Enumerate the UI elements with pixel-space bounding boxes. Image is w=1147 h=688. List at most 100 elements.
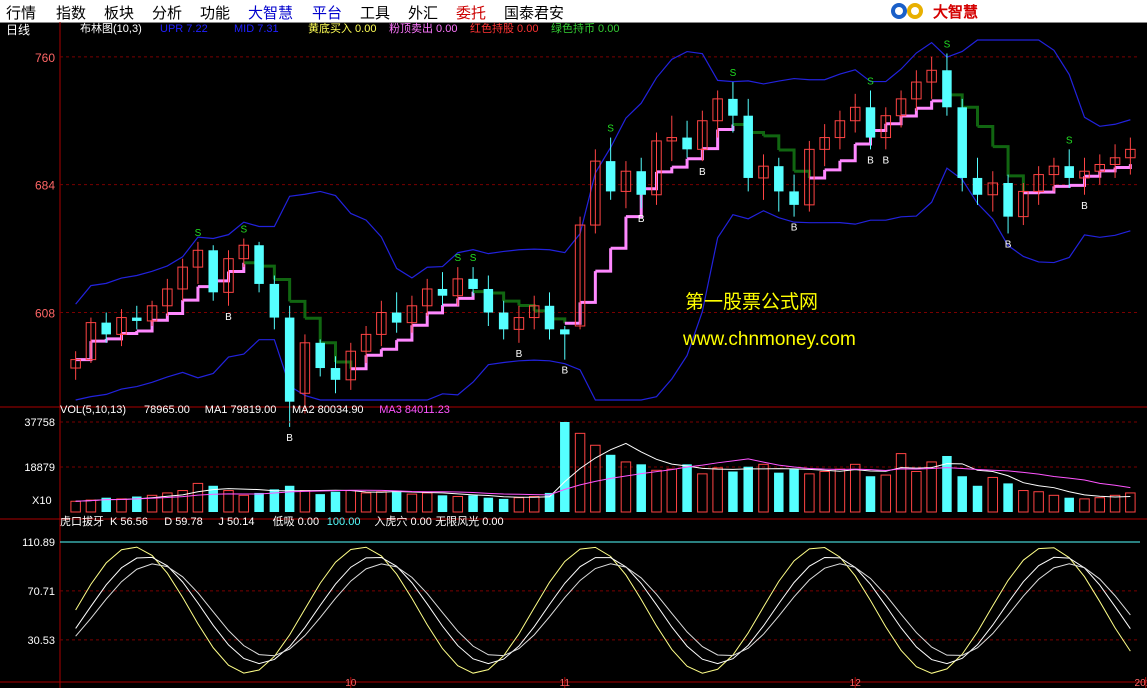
buy-marker: B: [791, 223, 798, 234]
trend-step-line: [885, 116, 903, 126]
candle-body: [605, 161, 616, 192]
trend-step-line: [1023, 191, 1041, 195]
candle-body: [330, 368, 341, 380]
sell-marker: S: [1066, 135, 1073, 146]
buy-marker: B: [1005, 239, 1012, 250]
menu-item-5[interactable]: 大智慧: [248, 2, 293, 23]
trend-step-line: [442, 298, 460, 307]
volume-bar: [437, 495, 448, 512]
volume-bar: [682, 464, 692, 512]
volume-bar: [1125, 492, 1136, 513]
main-indicator-value: 绿色持币 0.00: [551, 22, 619, 35]
kdj-title: 虎口拔牙: [60, 514, 104, 528]
trend-step-line: [381, 340, 399, 351]
vol-value: MA2 80034.90: [292, 404, 364, 416]
volume-bar: [712, 467, 723, 513]
trend-step-line: [411, 312, 429, 327]
trend-step-line: [228, 262, 246, 273]
volume-bar: [926, 461, 937, 513]
menu-item-8[interactable]: 外汇: [408, 2, 438, 23]
kdj-value: 无限风光 0.00: [435, 514, 503, 528]
trend-step-line: [304, 316, 322, 343]
candle-body: [865, 107, 876, 138]
kdj-tick-label: 110.89: [22, 537, 55, 549]
trend-step-line: [457, 291, 475, 300]
main-indicator-value: UPR 7.22: [160, 23, 208, 35]
menu-item-9[interactable]: 委托: [456, 2, 486, 23]
kdj-tick-label: 70.71: [27, 586, 55, 598]
menu-item-6[interactable]: 平台: [312, 2, 342, 23]
trend-step-line: [809, 169, 827, 180]
volume-bar: [1033, 491, 1044, 513]
volume-bar: [315, 494, 325, 512]
sell-marker: S: [867, 76, 874, 87]
volume-tick-label: 18879: [24, 462, 55, 474]
candle-body: [437, 288, 448, 296]
kdj-tick-label: 30.53: [27, 635, 55, 647]
buy-marker: B: [638, 214, 645, 225]
menu-item-0[interactable]: 行情: [6, 2, 36, 23]
trend-step-line: [717, 124, 735, 131]
buy-marker: B: [867, 155, 874, 166]
sell-marker: S: [454, 253, 461, 264]
trend-step-line: [839, 143, 857, 163]
menu-item-1[interactable]: 指数: [56, 2, 86, 23]
x-axis-label: 10: [345, 678, 357, 688]
volume-bar: [468, 495, 478, 512]
volume-bar: [1079, 498, 1090, 513]
trend-step-line: [687, 148, 704, 161]
menu-item-4[interactable]: 功能: [200, 2, 230, 23]
candle-body: [682, 137, 692, 150]
trend-step-line: [580, 271, 597, 304]
kdj-value: 低吸 0.00: [273, 515, 319, 528]
logo-icon: [891, 3, 923, 19]
volume-bar: [116, 498, 127, 513]
volume-bar: [498, 498, 509, 512]
volume-bar: [192, 482, 204, 513]
app-logo: 大智慧: [890, 1, 978, 21]
volume-bar: [238, 494, 250, 513]
buy-marker: B: [699, 167, 706, 178]
main-indicator-value: 粉顶卖出 0.00: [389, 22, 457, 35]
trend-step-line: [992, 145, 1010, 176]
candle-body: [254, 245, 264, 284]
trend-step-line: [901, 108, 918, 118]
volume-bar: [957, 476, 967, 512]
volume-bar: [544, 492, 555, 512]
candle-body: [208, 250, 218, 293]
menu-item-7[interactable]: 工具: [360, 2, 390, 23]
menu-bar: 行情 指数 板块 分析 功能 大智慧 平台 工具 外汇 委托 国泰君安 大智慧: [0, 0, 1147, 23]
trend-step-line: [671, 158, 689, 169]
menu-item-10[interactable]: 国泰君安: [504, 2, 564, 23]
kdj-value: D 59.78: [164, 516, 203, 528]
candle-body: [789, 191, 799, 205]
price-tick-label: 760: [35, 51, 55, 65]
candle-body: [636, 171, 646, 195]
sell-marker: S: [944, 39, 951, 50]
volume-bar: [651, 469, 662, 513]
volume-bar: [834, 468, 846, 513]
volume-bar: [574, 432, 586, 513]
volume-bar: [987, 476, 999, 513]
volume-bar: [697, 473, 708, 513]
volume-bar: [911, 470, 922, 513]
volume-bar: [376, 491, 387, 513]
candle-body: [942, 70, 952, 108]
trend-step-line: [1099, 167, 1117, 173]
stock-chart[interactable]: 760 684 608 日线 布林图(10,3) UPR 7.22 MID 7.31 黄底买入…: [0, 22, 1147, 688]
period-label: 日线: [6, 23, 30, 37]
vol-value: MA1 79819.00: [205, 404, 277, 416]
main-indicator-value: 红色持股 0.00: [470, 22, 538, 35]
buy-marker: B: [225, 312, 232, 323]
bollinger-lower: [75, 167, 1131, 401]
menu-item-2[interactable]: 板块: [104, 2, 134, 23]
volume-bar: [1109, 494, 1121, 513]
candle-body: [1003, 182, 1013, 217]
menu-item-3[interactable]: 分析: [152, 2, 182, 23]
trend-step-line: [656, 167, 674, 174]
trend-step-line: [289, 299, 307, 319]
kdj-d-line: [75, 563, 1131, 657]
trend-step-line: [977, 124, 995, 147]
volume-bar: [590, 444, 601, 513]
volume-tick-label: 37758: [24, 417, 55, 429]
